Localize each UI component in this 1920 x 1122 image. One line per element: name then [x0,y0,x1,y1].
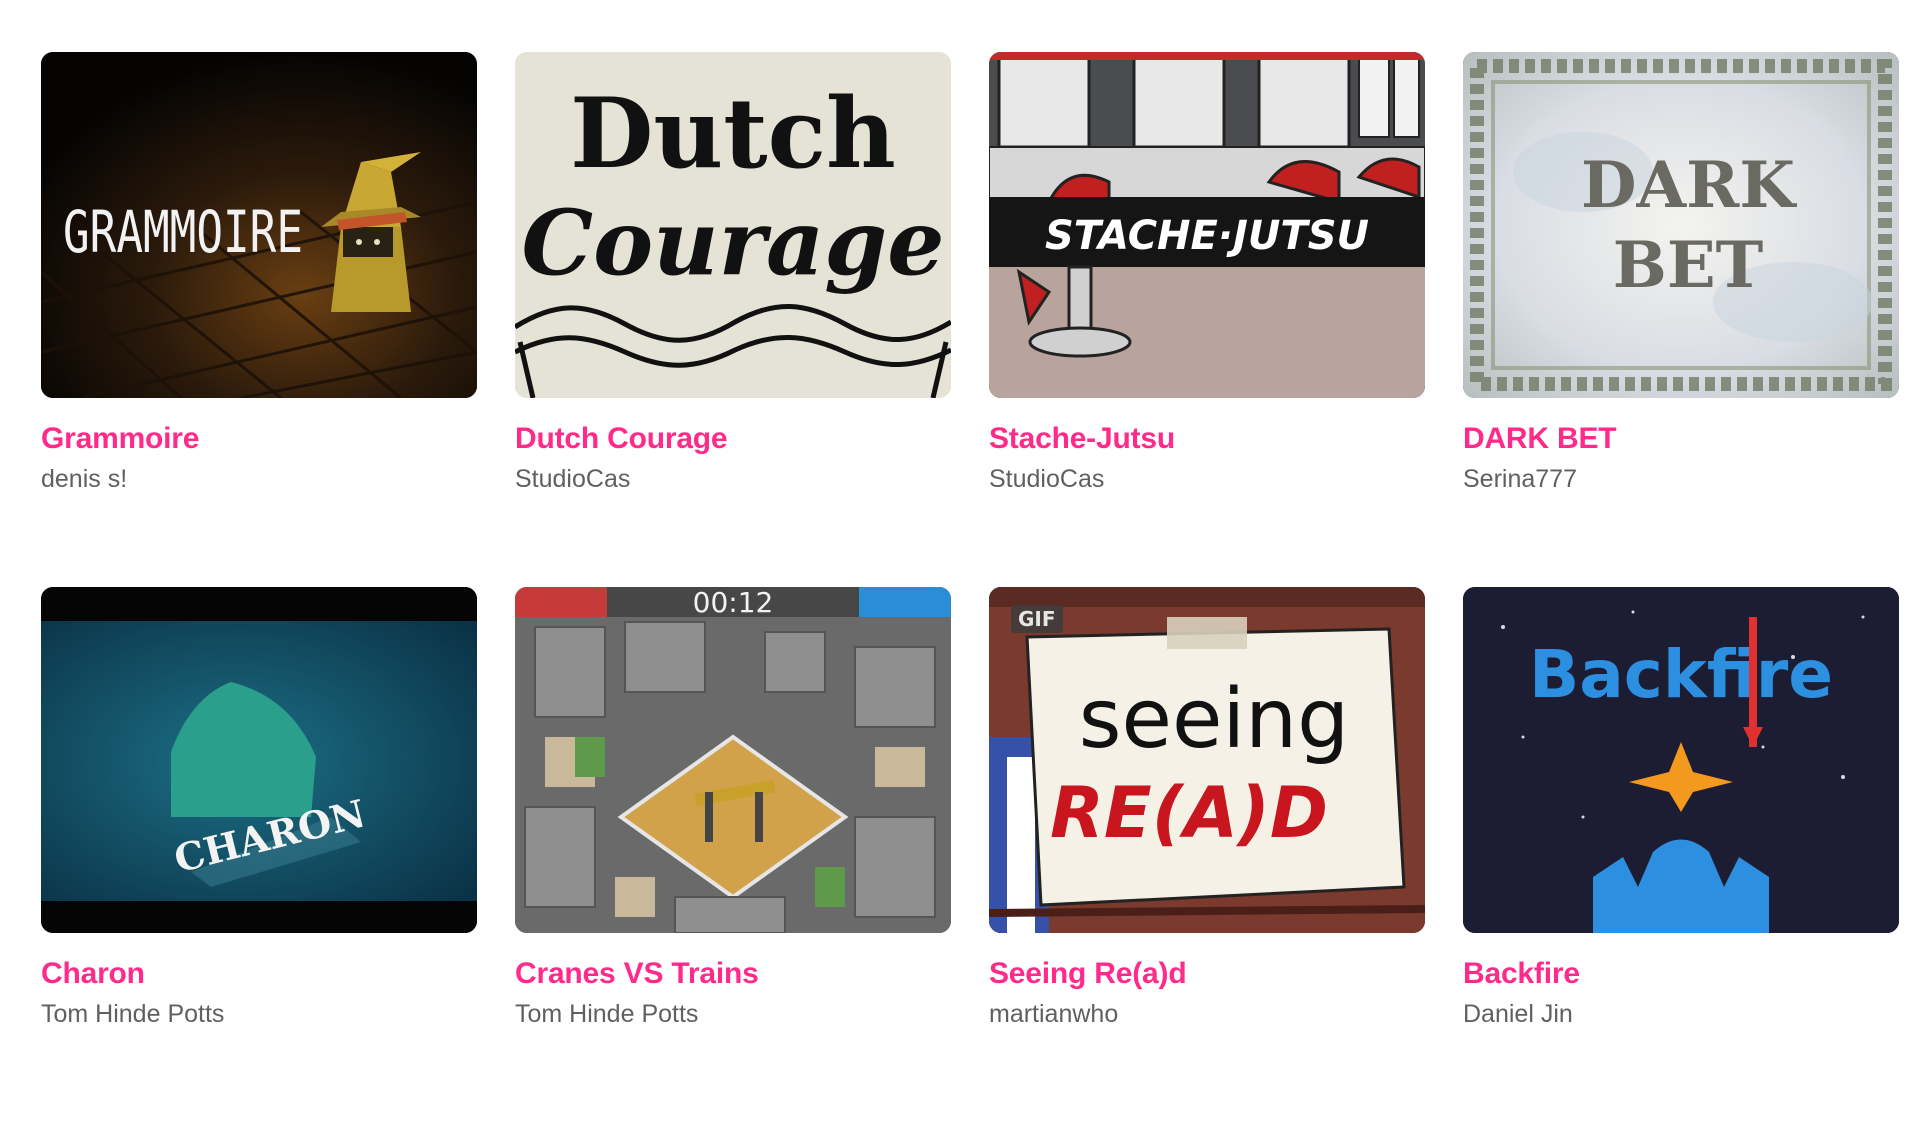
dutch-logo-text: Dutch [570,77,896,190]
game-card: DARK BET DARK BET Serina777 [1463,52,1899,587]
game-thumbnail-seeing-read[interactable]: seeing RE(A)D GIF [989,587,1425,933]
game-thumbnail-grammoire[interactable]: GRAMMOIRE [41,52,477,398]
game-thumbnail-dutch-courage[interactable]: Dutch Courage [515,52,951,398]
game-author[interactable]: Serina777 [1463,464,1899,494]
game-thumbnail-dark-bet[interactable]: DARK BET [1463,52,1899,398]
game-title[interactable]: Seeing Re(a)d [989,957,1425,991]
game-card: Dutch Courage Dutch Courage StudioCas [515,52,951,587]
timer-text: 00:12 [692,587,774,619]
game-author[interactable]: Daniel Jin [1463,999,1899,1029]
game-author[interactable]: Tom Hinde Potts [41,999,477,1029]
dark-logo-text: DARK [1581,148,1797,223]
game-thumbnail-stache-jutsu[interactable]: STACHE·JUTSU [989,52,1425,398]
dutch-courage-cover-art: Dutch Courage [515,52,951,398]
bet-logo-text: BET [1613,228,1764,303]
game-author[interactable]: StudioCas [989,464,1425,494]
charon-cover-art: CHARON [41,587,477,933]
seeing-read-cover-art: seeing RE(A)D [989,587,1425,933]
game-thumbnail-charon[interactable]: CHARON [41,587,477,933]
match-timer-bar: 00:12 [515,587,951,619]
read-logo-text: RE(A)D [1050,772,1328,854]
gif-badge: GIF [1011,605,1063,633]
backfire-logo-text: Backfire [1529,636,1833,713]
game-thumbnail-cranes-vs-trains[interactable]: 00:12 [515,587,951,933]
stache-jutsu-logo-text: STACHE·JUTSU [1045,213,1369,259]
cranes-vs-trains-cover-art [515,587,951,933]
game-title[interactable]: DARK BET [1463,422,1899,456]
game-card: CHARON Charon Tom Hinde Potts [41,587,477,1122]
game-title[interactable]: Stache-Jutsu [989,422,1425,456]
grammoire-logo-text: GRAMMOIRE [63,198,303,266]
game-title[interactable]: Grammoire [41,422,477,456]
game-grid: GRAMMOIRE Grammoire denis s! Dutch Coura… [41,52,1899,1122]
game-card: GRAMMOIRE Grammoire denis s! [41,52,477,587]
game-title[interactable]: Charon [41,957,477,991]
game-card: Backfire Backfire Daniel Jin [1463,587,1899,1122]
game-card: STACHE·JUTSU Stache-Jutsu StudioCas [989,52,1425,587]
game-title[interactable]: Backfire [1463,957,1899,991]
game-title[interactable]: Dutch Courage [515,422,951,456]
seeing-logo-text: seeing [1079,672,1349,767]
stache-jutsu-cover-art: STACHE·JUTSU [989,52,1425,398]
game-card: seeing RE(A)D GIF Seeing Re(a)d martianw… [989,587,1425,1122]
game-author[interactable]: denis s! [41,464,477,494]
game-author[interactable]: Tom Hinde Potts [515,999,951,1029]
grammoire-cover-art: GRAMMOIRE [41,52,477,398]
courage-logo-text: Courage [521,190,944,296]
game-author[interactable]: martianwho [989,999,1425,1029]
game-author[interactable]: StudioCas [515,464,951,494]
dark-bet-cover-art: DARK BET [1463,52,1899,398]
game-card: 00:12 Cranes VS Trains Tom Hinde Potts [515,587,951,1122]
game-title[interactable]: Cranes VS Trains [515,957,951,991]
game-thumbnail-backfire[interactable]: Backfire [1463,587,1899,933]
backfire-cover-art: Backfire [1463,587,1899,933]
